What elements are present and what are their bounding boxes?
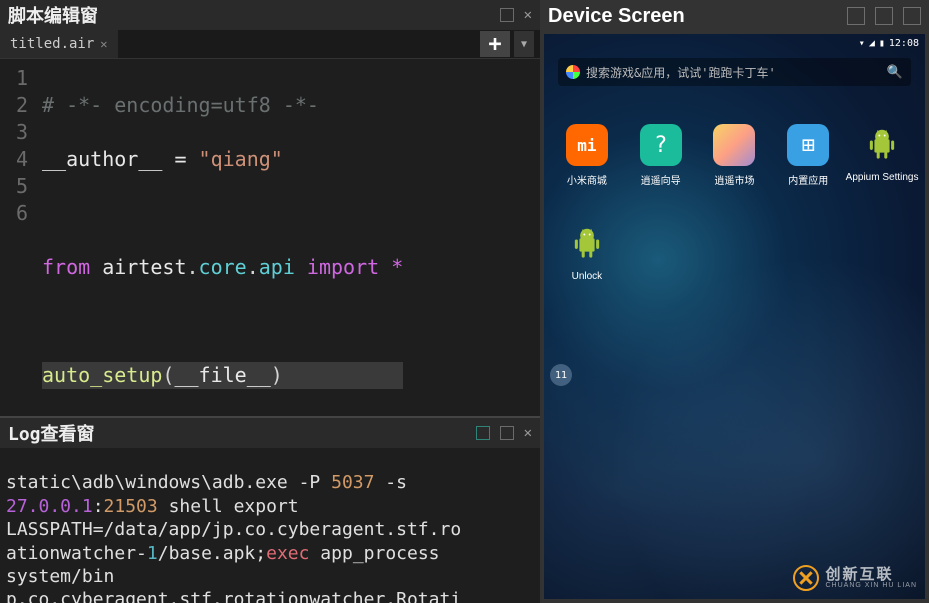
clock: 12:08: [889, 38, 919, 49]
log-panel-header: Log查看窗 ✕: [0, 418, 540, 448]
close-icon[interactable]: ✕: [524, 7, 532, 23]
app-label: Unlock: [572, 271, 603, 282]
app-item[interactable]: ? 逍遥向导: [624, 124, 698, 187]
close-icon[interactable]: ✕: [524, 425, 532, 441]
app-icon: ⊞: [787, 124, 829, 166]
grid-icon[interactable]: [847, 7, 865, 25]
app-icon: [861, 124, 903, 166]
app-grid: mi 小米商城? 逍遥向导 逍遥市场 ⊞ 内置应用 Appium Settings Unloc…: [544, 124, 925, 282]
app-icon: [713, 124, 755, 166]
code-content[interactable]: # -*- encoding=utf8 -*- __author__ = "qi…: [36, 59, 403, 416]
app-icon: mi: [566, 124, 608, 166]
app-label: 逍遥市场: [714, 172, 754, 187]
app-icon: ?: [640, 124, 682, 166]
restore-icon[interactable]: [500, 8, 514, 22]
status-bar: ▾ ◢ ▮ 12:08: [853, 34, 925, 52]
device-panel-title: Device Screen: [548, 5, 685, 28]
search-icon[interactable]: 🔍: [887, 65, 903, 80]
code-editor[interactable]: 1 2 3 4 5 6 # -*- encoding=utf8 -*- __au…: [0, 59, 540, 416]
new-tab-button[interactable]: +: [480, 31, 510, 57]
app-label: 小米商城: [567, 172, 607, 187]
editor-panel-title: 脚本编辑窗: [8, 2, 98, 28]
log-panel-title: Log查看窗: [8, 420, 95, 446]
device-panel-header: Device Screen: [540, 0, 929, 32]
wifi-icon: ▾: [859, 38, 865, 49]
watermark: 创新互联 CHUANG XIN HU LIAN: [793, 565, 917, 591]
battery-icon: ▮: [879, 38, 885, 49]
app-item[interactable]: 逍遥市场: [698, 124, 772, 187]
app-label: 逍遥向导: [641, 172, 681, 187]
app-item[interactable]: Unlock: [550, 223, 624, 282]
tools-icon[interactable]: [875, 7, 893, 25]
tab-file[interactable]: titled.air ✕: [0, 30, 118, 58]
line-gutter: 1 2 3 4 5 6: [0, 59, 36, 416]
tab-dropdown-icon[interactable]: ▼: [514, 31, 534, 57]
tab-close-icon[interactable]: ✕: [100, 37, 107, 51]
tab-label: titled.air: [10, 36, 94, 52]
search-logo-icon: [566, 65, 580, 79]
app-item[interactable]: Appium Settings: [845, 124, 919, 187]
wallpaper: [544, 34, 925, 599]
signal-icon: ◢: [869, 38, 875, 49]
editor-panel-header: 脚本编辑窗 ✕: [0, 0, 540, 30]
filter-icon[interactable]: [476, 426, 490, 440]
app-item[interactable]: ⊞ 内置应用: [771, 124, 845, 187]
temperature-badge[interactable]: 11: [550, 364, 572, 386]
search-box[interactable]: 搜索游戏&应用，试试'跑跑卡丁车' 🔍: [558, 58, 911, 86]
maximize-icon[interactable]: [903, 7, 921, 25]
app-item[interactable]: mi 小米商城: [550, 124, 624, 187]
app-label: Appium Settings: [846, 172, 919, 183]
editor-tabs: titled.air ✕ + ▼: [0, 30, 540, 59]
device-screen[interactable]: ▾ ◢ ▮ 12:08 搜索游戏&应用，试试'跑跑卡丁车' 🔍 mi 小米商城? 逍…: [544, 34, 925, 599]
app-label: 内置应用: [788, 172, 828, 187]
search-placeholder: 搜索游戏&应用，试试'跑跑卡丁车': [586, 64, 776, 81]
log-output[interactable]: static\adb\windows\adb.exe -P 5037 -s 27…: [0, 448, 540, 603]
watermark-logo-icon: [793, 565, 819, 591]
app-icon: [566, 223, 608, 265]
restore-icon[interactable]: [500, 426, 514, 440]
